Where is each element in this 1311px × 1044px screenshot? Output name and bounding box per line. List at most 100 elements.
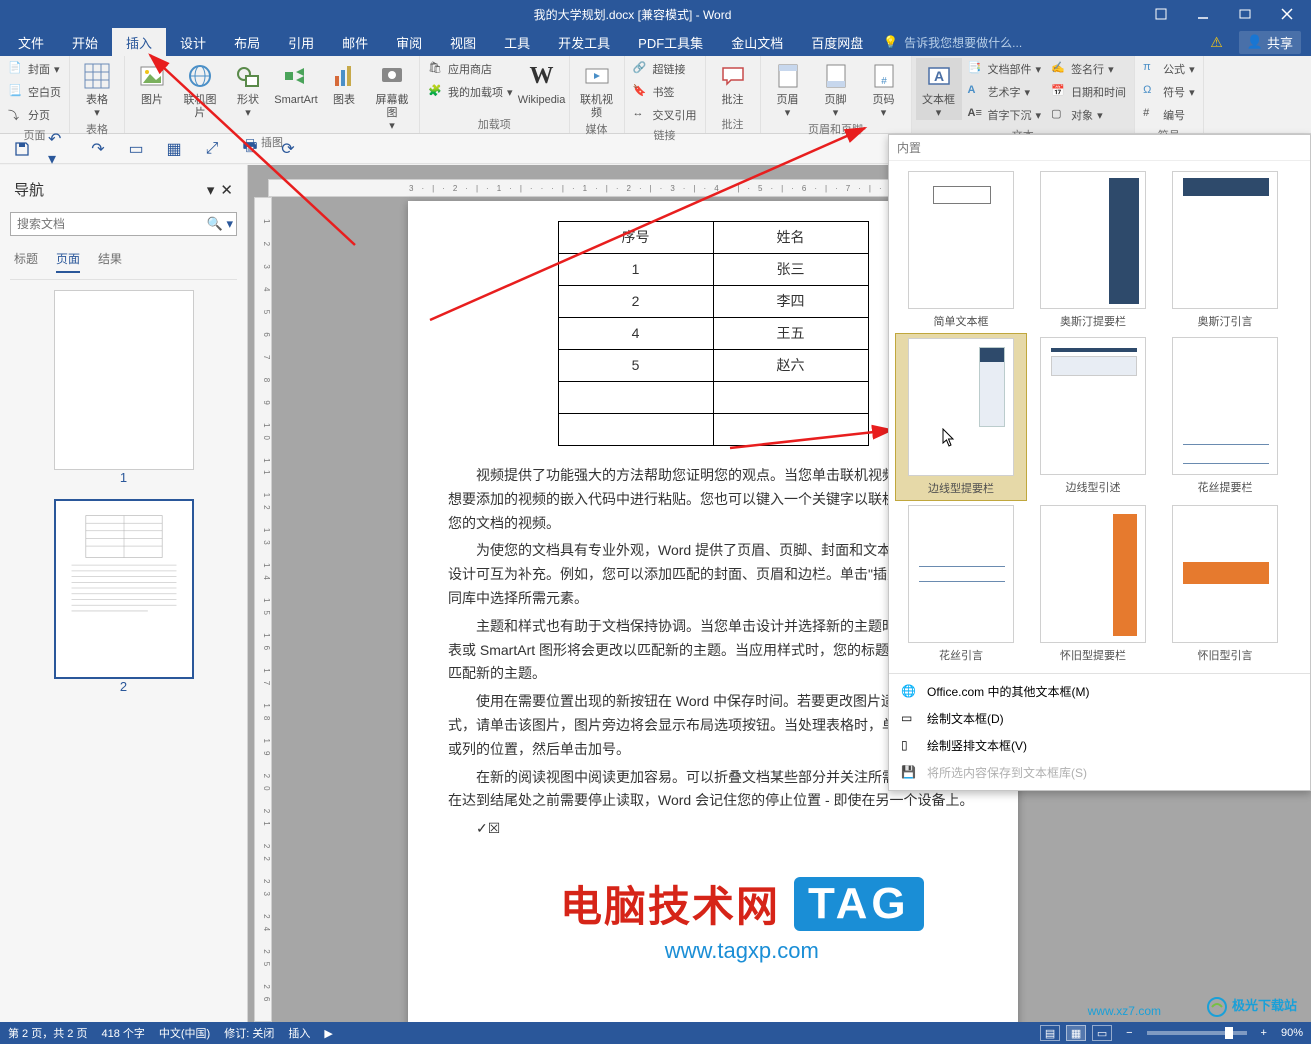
table-cell[interactable]: 张三 — [713, 254, 868, 286]
table-cell[interactable]: 王五 — [713, 318, 868, 350]
page-thumbnail-1[interactable] — [54, 290, 194, 470]
zoom-level[interactable]: 90% — [1281, 1027, 1303, 1039]
table-cell[interactable]: 4 — [558, 318, 713, 350]
status-page[interactable]: 第 2 页，共 2 页 — [8, 1025, 87, 1041]
tab-devtools[interactable]: 开发工具 — [544, 28, 624, 56]
save-button[interactable] — [10, 137, 34, 161]
table-cell[interactable] — [558, 414, 713, 446]
maximize-icon[interactable] — [1225, 2, 1265, 26]
page-number-button[interactable]: #页码▾ — [861, 58, 907, 120]
table-cell[interactable]: 序号 — [558, 222, 713, 254]
cross-reference-button[interactable]: ↔交叉引用 — [629, 104, 701, 126]
tab-home[interactable]: 开始 — [58, 28, 112, 56]
textbox-preset-filigree-quote[interactable]: 花丝引言 — [895, 501, 1027, 667]
nav-tab-pages[interactable]: 页面 — [56, 250, 80, 273]
screenshot-button[interactable]: 屏幕截图▾ — [369, 58, 415, 133]
share-button[interactable]: 👤 共享 — [1239, 31, 1301, 54]
status-track-changes[interactable]: 修订: 关闭 — [224, 1025, 274, 1041]
undo-button[interactable]: ↶ ▾ — [48, 137, 72, 161]
draw-textbox[interactable]: ▭绘制文本框(D) — [889, 705, 1310, 732]
tab-tools[interactable]: 工具 — [490, 28, 544, 56]
tell-me-input[interactable]: 💡 告诉我您想要做什么... — [877, 28, 1022, 56]
data-table[interactable]: 序号姓名 1张三 2李四 4王五 5赵六 — [558, 221, 869, 446]
textbox-preset-banded-quote[interactable]: 边线型引述 — [1027, 333, 1159, 501]
textbox-preset-austin-quote[interactable]: 奥斯汀引言 — [1159, 167, 1291, 333]
symbol-button[interactable]: Ω符号 ▾ — [1139, 81, 1199, 103]
qat-btn-5[interactable]: ▦ — [162, 137, 186, 161]
tab-layout[interactable]: 布局 — [220, 28, 274, 56]
view-read-mode[interactable]: ▤ — [1040, 1025, 1060, 1041]
nav-close-icon[interactable]: ✕ — [220, 181, 233, 199]
qat-btn-8[interactable]: ⟳ — [276, 137, 300, 161]
view-print-layout[interactable]: ▦ — [1066, 1025, 1086, 1041]
tab-insert[interactable]: 插入 — [112, 28, 166, 56]
store-button[interactable]: 🛍应用商店 — [424, 58, 517, 80]
textbox-preset-retrospect-quote[interactable]: 怀旧型引言 — [1159, 501, 1291, 667]
paragraph[interactable]: ✓☒ — [448, 817, 978, 841]
nav-tab-results[interactable]: 结果 — [98, 250, 122, 273]
page-thumbnail-2[interactable] — [54, 499, 194, 679]
pictures-button[interactable]: 图片 — [129, 58, 175, 107]
nav-tab-headings[interactable]: 标题 — [14, 250, 38, 273]
redo-button[interactable]: ↷ — [86, 137, 110, 161]
tab-design[interactable]: 设计 — [166, 28, 220, 56]
footer-button[interactable]: 页脚▾ — [813, 58, 859, 120]
status-macro-icon[interactable]: ▶ — [324, 1027, 332, 1040]
table-cell[interactable]: 2 — [558, 286, 713, 318]
tab-view[interactable]: 视图 — [436, 28, 490, 56]
qat-btn-6[interactable]: ⤢ — [200, 137, 224, 161]
wordart-button[interactable]: A艺术字 ▾ — [964, 81, 1046, 103]
textbox-button[interactable]: A 文本框▾ — [916, 58, 962, 120]
textbox-preset-simple[interactable]: 简单文本框 — [895, 167, 1027, 333]
dropcap-button[interactable]: A≡首字下沉 ▾ — [964, 104, 1046, 126]
qat-btn-7[interactable]: 🖶 — [238, 137, 262, 161]
table-button[interactable]: 表格▾ — [74, 58, 120, 120]
textbox-preset-filigree-sidebar[interactable]: 花丝提要栏 — [1159, 333, 1291, 501]
tab-mailings[interactable]: 邮件 — [328, 28, 382, 56]
datetime-button[interactable]: 📅日期和时间 — [1047, 81, 1130, 103]
more-textboxes-office[interactable]: 🌐Office.com 中的其他文本框(M) — [889, 678, 1310, 705]
page-break-button[interactable]: ⤵分页 — [4, 104, 65, 126]
signature-button[interactable]: ✍签名行 ▾ — [1047, 58, 1130, 80]
tab-review[interactable]: 审阅 — [382, 28, 436, 56]
tab-pdftools[interactable]: PDF工具集 — [624, 28, 717, 56]
wikipedia-button[interactable]: WWikipedia — [519, 58, 565, 107]
object-button[interactable]: ▢对象 ▾ — [1047, 104, 1130, 126]
zoom-in-button[interactable]: + — [1261, 1027, 1267, 1039]
zoom-slider[interactable] — [1147, 1031, 1247, 1035]
bookmark-button[interactable]: 🔖书签 — [629, 81, 701, 103]
vertical-ruler[interactable]: 1 2 3 4 5 6 7 8 9 10 11 12 13 14 15 16 1… — [254, 197, 272, 1022]
table-cell[interactable]: 1 — [558, 254, 713, 286]
quick-parts-button[interactable]: 📑文档部件 ▾ — [964, 58, 1046, 80]
ribbon-options-icon[interactable] — [1141, 2, 1181, 26]
tab-baidu[interactable]: 百度网盘 — [797, 28, 877, 56]
status-insert-mode[interactable]: 插入 — [288, 1025, 310, 1041]
tab-wps[interactable]: 金山文档 — [717, 28, 797, 56]
draw-vertical-textbox[interactable]: ▯绘制竖排文本框(V) — [889, 732, 1310, 759]
status-language[interactable]: 中文(中国) — [159, 1025, 210, 1041]
close-icon[interactable] — [1267, 2, 1307, 26]
nav-dropdown-icon[interactable]: ▾ — [207, 181, 215, 199]
tab-file[interactable]: 文件 — [4, 28, 58, 56]
equation-button[interactable]: π公式 ▾ — [1139, 58, 1199, 80]
status-word-count[interactable]: 418 个字 — [101, 1025, 144, 1041]
blank-page-button[interactable]: 📃空白页 — [4, 81, 65, 103]
qat-btn-4[interactable]: ▭ — [124, 137, 148, 161]
smartart-button[interactable]: SmartArt — [273, 58, 319, 107]
shapes-button[interactable]: 形状▾ — [225, 58, 271, 120]
textbox-preset-retrospect-sidebar[interactable]: 怀旧型提要栏 — [1027, 501, 1159, 667]
table-cell[interactable]: 5 — [558, 350, 713, 382]
table-cell[interactable] — [558, 382, 713, 414]
nav-search-input[interactable] — [10, 212, 237, 236]
table-cell[interactable]: 姓名 — [713, 222, 868, 254]
header-button[interactable]: 页眉▾ — [765, 58, 811, 120]
warning-icon[interactable]: ⚠ — [1210, 34, 1223, 51]
table-cell[interactable] — [713, 382, 868, 414]
table-cell[interactable]: 赵六 — [713, 350, 868, 382]
search-icon[interactable]: 🔍 ▾ — [207, 216, 233, 232]
online-video-button[interactable]: 联机视频 — [574, 58, 620, 120]
chart-button[interactable]: 图表 — [321, 58, 367, 107]
tab-references[interactable]: 引用 — [274, 28, 328, 56]
hyperlink-button[interactable]: 🔗超链接 — [629, 58, 701, 80]
number-button[interactable]: #编号 — [1139, 104, 1199, 126]
